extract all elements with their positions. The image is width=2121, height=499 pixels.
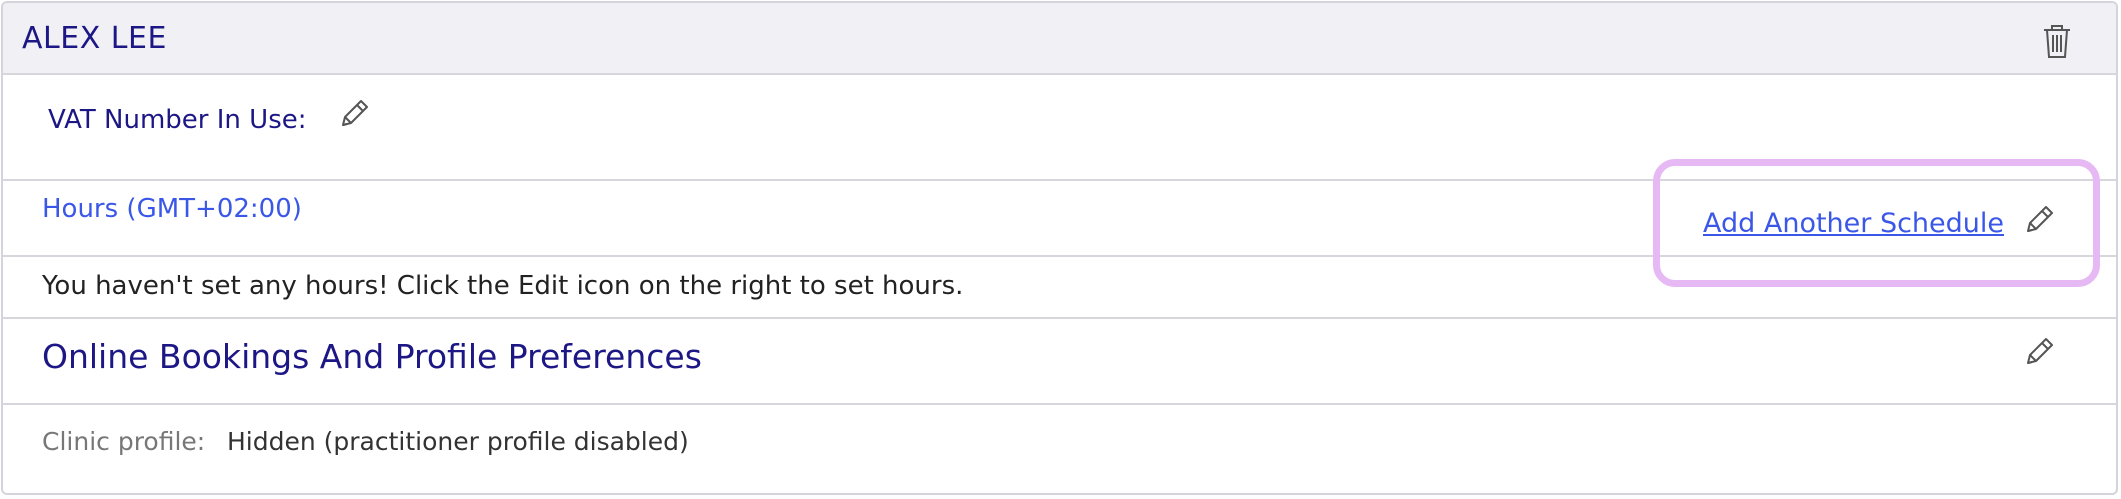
card-header: ALEX LEE — [3, 3, 2116, 75]
trash-icon[interactable] — [2041, 23, 2073, 59]
pencil-icon[interactable] — [337, 97, 371, 131]
pencil-icon[interactable] — [2022, 203, 2056, 237]
practitioner-name: ALEX LEE — [22, 21, 167, 56]
clinic-profile-value: Hidden (practitioner profile disabled) — [227, 427, 689, 456]
hours-empty-message: You haven't set any hours! Click the Edi… — [42, 271, 964, 301]
add-another-schedule-link[interactable]: Add Another Schedule — [1703, 208, 2004, 239]
pencil-icon[interactable] — [2022, 335, 2056, 369]
practitioner-card: ALEX LEE VAT Number In Use: Hours (GMT+0 — [1, 1, 2118, 495]
clinic-profile-row: Clinic profile: Hidden (practitioner pro… — [3, 405, 2116, 493]
clinic-profile-label: Clinic profile: — [42, 427, 206, 456]
preferences-title: Online Bookings And Profile Preferences — [42, 337, 702, 376]
preferences-row: Online Bookings And Profile Preferences — [3, 319, 2116, 405]
vat-label: VAT Number In Use: — [48, 105, 307, 135]
hours-label: Hours (GMT+02:00) — [42, 194, 302, 224]
